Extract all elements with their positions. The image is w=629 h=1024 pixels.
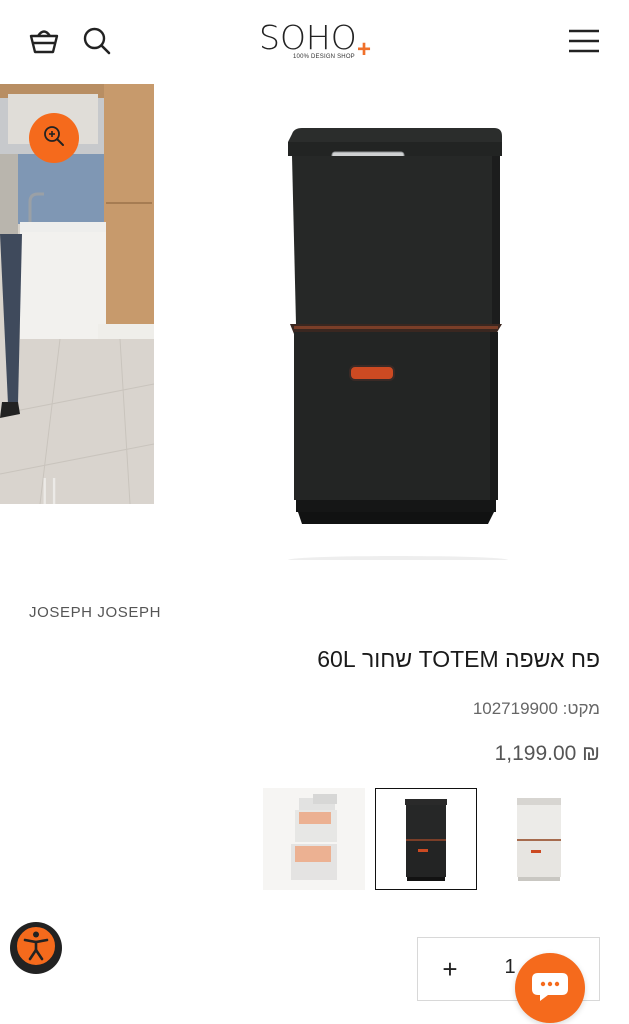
basket-icon[interactable] [26,24,62,58]
svg-text:||: || [40,473,59,504]
product-main-image[interactable] [270,120,520,564]
chat-dots-icon [530,969,570,1008]
variant-swatch-white[interactable] [487,788,589,890]
accessibility-icon [12,922,60,975]
search-icon[interactable] [80,24,114,58]
accessibility-button[interactable] [10,922,62,974]
chat-button[interactable] [515,953,585,1023]
quantity-increase-button[interactable]: + [434,952,466,986]
logo-text: SOHO [259,18,357,57]
product-sku: מקט: 102719900 [472,699,600,718]
product-price: ₪ 1,199.00 [494,742,600,765]
variant-swatch-black[interactable] [375,788,477,890]
zoom-in-icon [42,124,66,153]
hamburger-menu-icon[interactable] [566,26,602,56]
product-gallery[interactable]: || [0,84,629,564]
zoom-button[interactable] [29,113,79,163]
logo-tagline: 100% DESIGN SHOP [293,54,355,60]
logo-plus: + [357,36,372,63]
site-header: SOHO + 100% DESIGN SHOP [0,0,629,82]
product-title: פח אשפה TOTEM שחור 60L [317,646,600,672]
site-logo[interactable]: SOHO + 100% DESIGN SHOP [259,18,389,66]
product-brand[interactable]: JOSEPH JOSEPH [29,604,161,621]
variant-swatch-copper[interactable] [263,788,365,890]
